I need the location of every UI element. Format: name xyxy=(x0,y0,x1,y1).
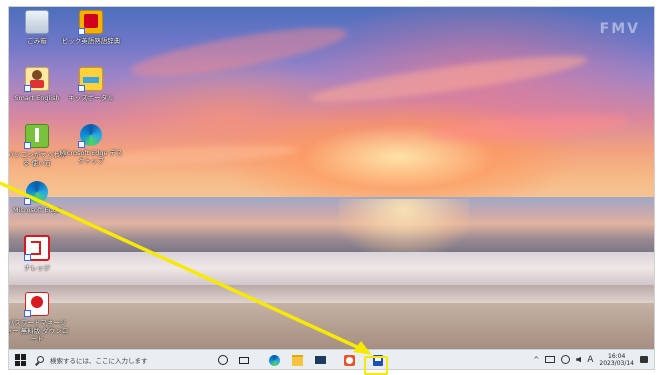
annotation-arrow xyxy=(0,181,372,355)
annotation-highlight-box xyxy=(364,356,388,375)
annotation-arrow-line xyxy=(0,181,369,354)
